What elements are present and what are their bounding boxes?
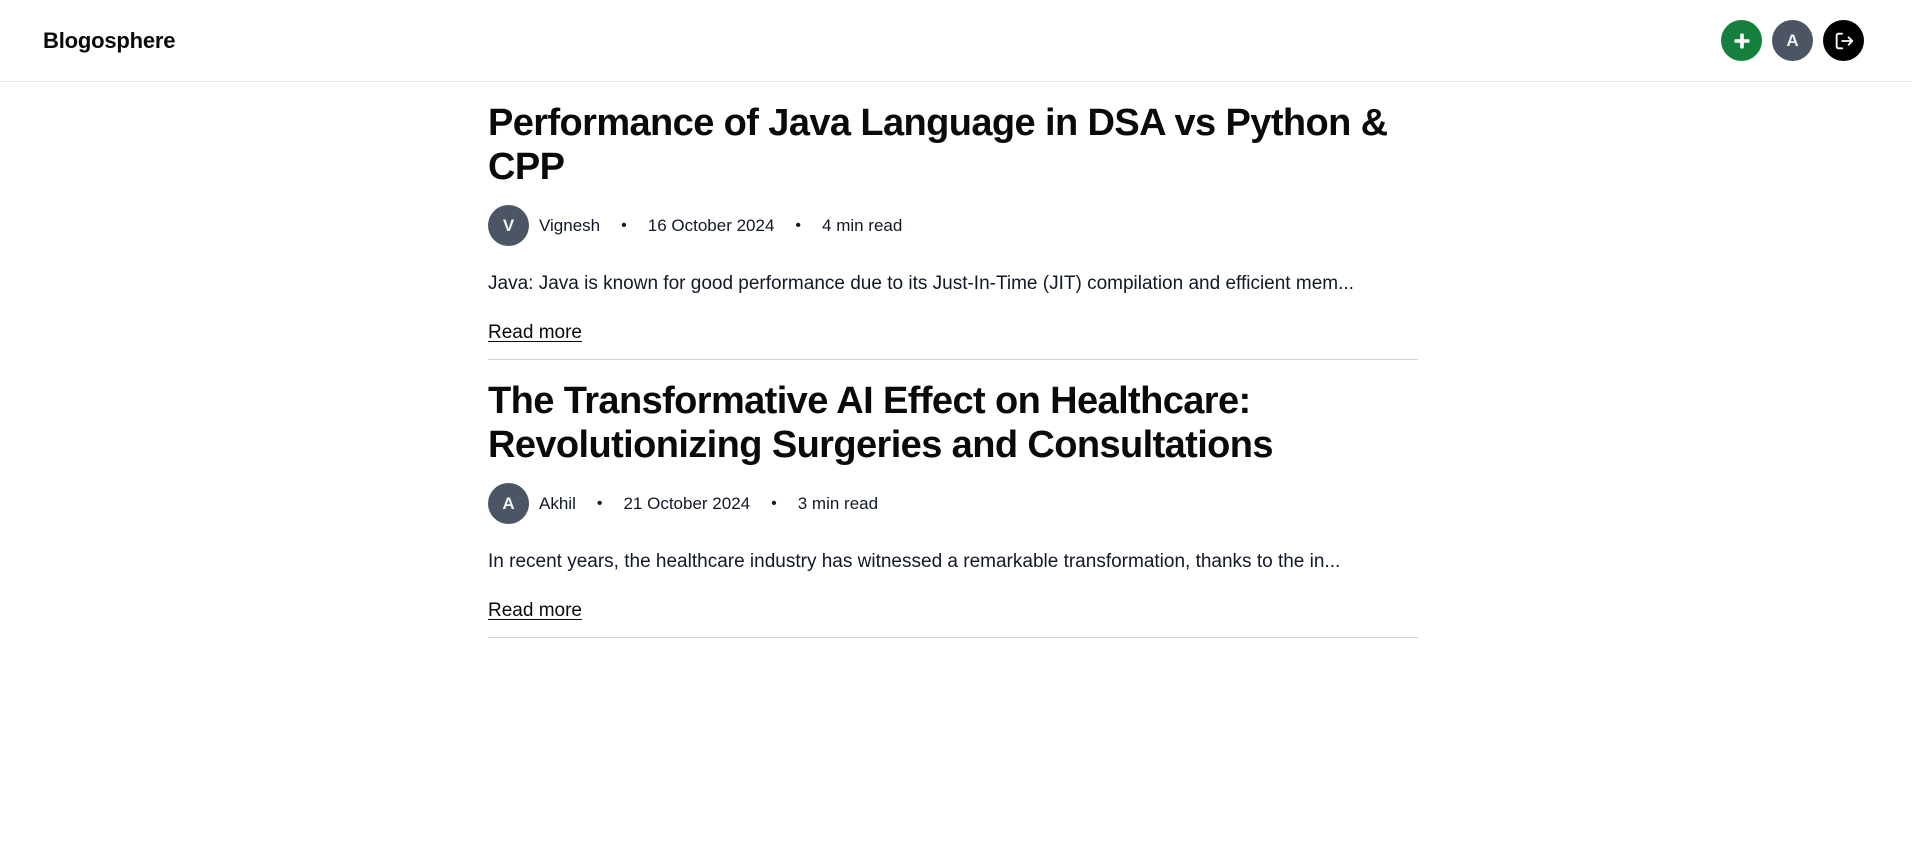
meta-separator: • (771, 494, 777, 512)
meta-separator: • (621, 216, 627, 234)
post-date: 16 October 2024 (647, 215, 775, 235)
brand-logo-text[interactable]: Blogosphere (43, 28, 175, 54)
read-more-link[interactable]: Read more (488, 599, 582, 623)
post-meta: A Akhil • 21 October 2024 • 3 min read (488, 483, 1418, 524)
post-excerpt: In recent years, the healthcare industry… (488, 551, 1341, 572)
author-avatar: A (488, 483, 529, 524)
author-avatar-initial: V (502, 215, 515, 235)
author-name: Vignesh (539, 215, 601, 235)
post-title[interactable]: The Transformative AI Effect on Healthca… (488, 360, 1418, 467)
logout-button[interactable] (1823, 20, 1864, 61)
post-meta: V Vignesh • 16 October 2024 • 4 min read (488, 205, 1418, 246)
post-card: The Transformative AI Effect on Healthca… (488, 360, 1418, 638)
read-time: 3 min read (797, 493, 879, 513)
user-avatar-button[interactable]: A (1772, 20, 1813, 61)
post-excerpt: Java: Java is known for good performance… (488, 273, 1354, 294)
post-date: 21 October 2024 (623, 493, 751, 513)
meta-separator: • (795, 216, 802, 234)
author-name: Akhil (539, 493, 576, 513)
navbar-actions: A (1721, 20, 1864, 61)
author-avatar: V (488, 205, 529, 246)
new-post-button[interactable] (1721, 20, 1762, 61)
plus-icon (1734, 33, 1749, 48)
meta-separator: • (596, 494, 603, 512)
read-time: 4 min read (822, 215, 903, 235)
post-title[interactable]: Performance of Java Language in DSA vs P… (488, 82, 1418, 189)
top-navbar: Blogosphere A (0, 0, 1912, 82)
read-more-link[interactable]: Read more (488, 321, 582, 345)
author-avatar-initial: A (502, 493, 515, 513)
logout-icon (1835, 32, 1853, 49)
user-avatar-initial: A (1786, 30, 1799, 50)
post-list: Performance of Java Language in DSA vs P… (488, 82, 1418, 638)
post-card: Performance of Java Language in DSA vs P… (488, 82, 1418, 360)
